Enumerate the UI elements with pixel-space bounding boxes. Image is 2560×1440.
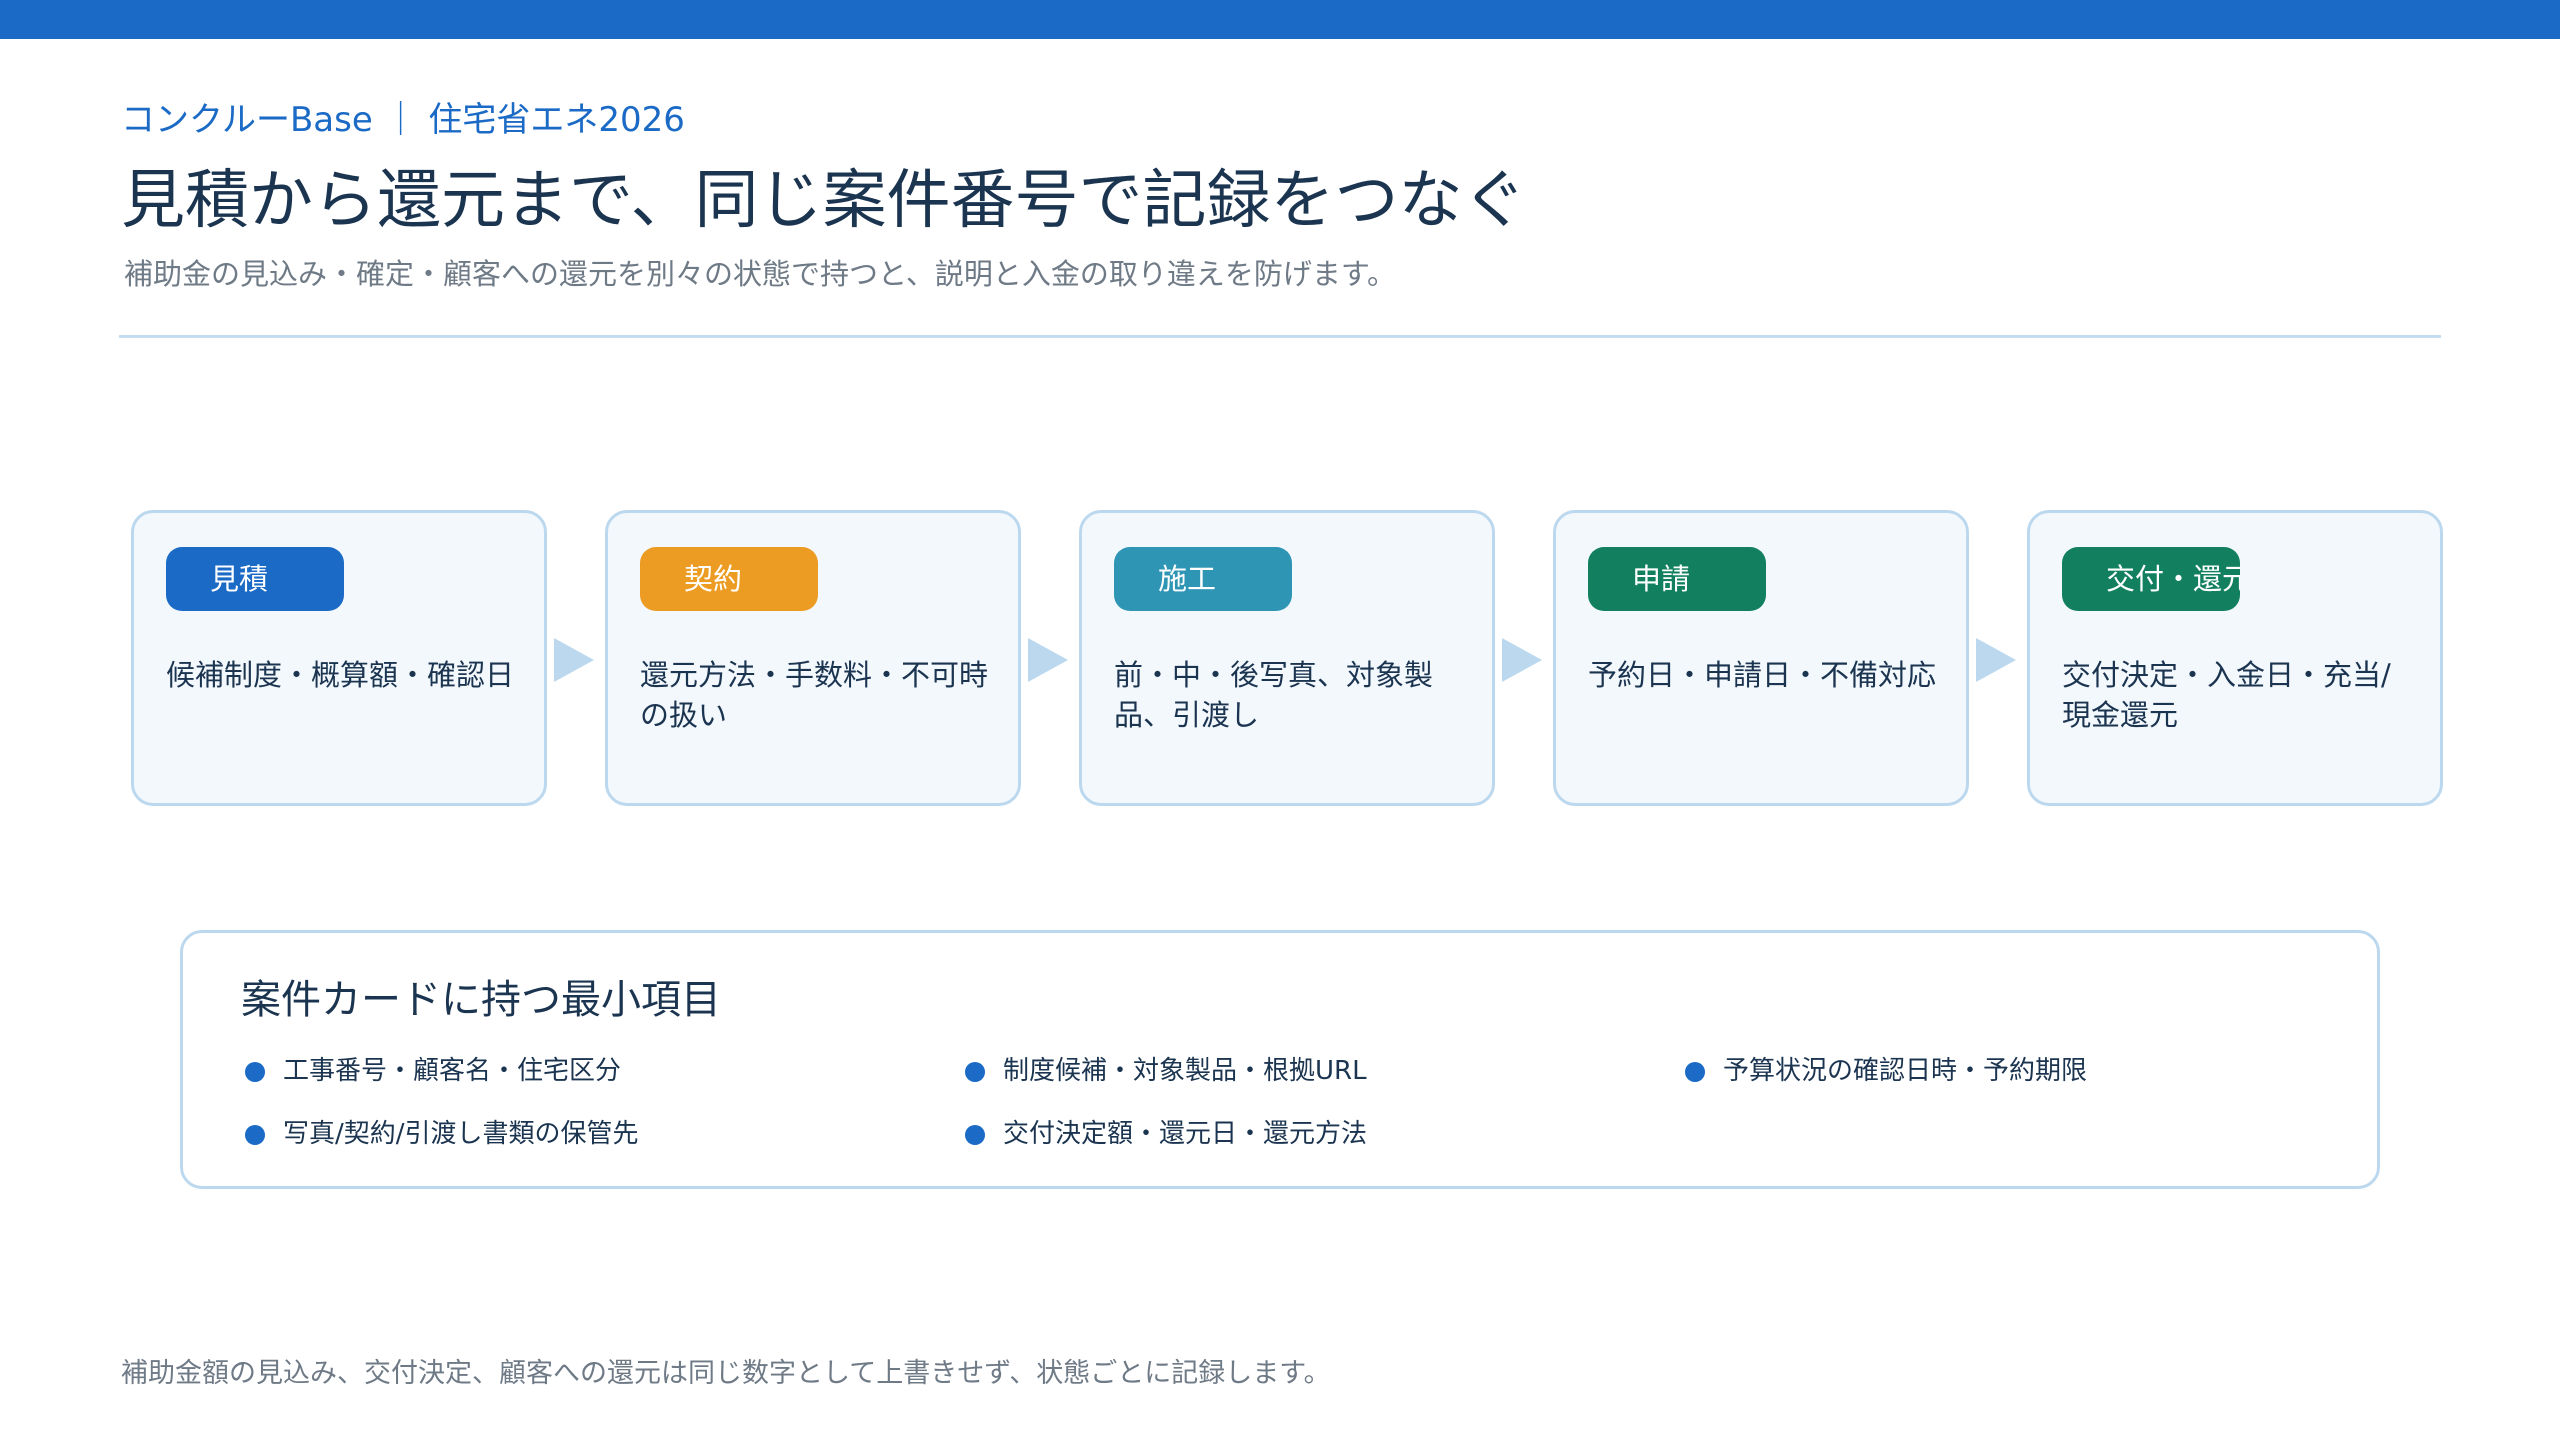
step-card-application: 申請 予約日・申請日・不備対応 bbox=[1553, 510, 1969, 806]
bullet-dot-icon bbox=[1685, 1062, 1705, 1082]
flow-arrow-icon bbox=[1502, 638, 1542, 682]
bullet-dot-icon bbox=[965, 1062, 985, 1082]
step-card-grant-rebate: 交付・還元 交付決定・入金日・充当/現金還元 bbox=[2027, 510, 2443, 806]
eyebrow-label: コンクルーBase ｜ 住宅省エネ2026 bbox=[121, 100, 685, 140]
page-subtitle: 補助金の見込み・確定・顧客への還元を別々の状態で持つと、説明と入金の取り違えを防… bbox=[124, 257, 1396, 291]
step-desc-application: 予約日・申請日・不備対応 bbox=[1588, 658, 1937, 692]
step-pill-contract: 契約 bbox=[640, 547, 818, 611]
case-card-fields-panel: 案件カードに持つ最小項目 工事番号・顧客名・住宅区分 制度候補・対象製品・根拠U… bbox=[180, 930, 2380, 1189]
step-card-contract: 契約 還元方法・手数料・不可時の扱い bbox=[605, 510, 1021, 806]
step-desc-estimate: 候補制度・概算額・確認日 bbox=[166, 658, 515, 692]
step-pill-construction: 施工 bbox=[1114, 547, 1292, 611]
step-pill-estimate: 見積 bbox=[166, 547, 344, 611]
top-accent-bar bbox=[0, 0, 2560, 39]
step-pill-application: 申請 bbox=[1588, 547, 1766, 611]
case-card-title: 案件カードに持つ最小項目 bbox=[241, 977, 721, 1023]
page-title: 見積から還元まで、同じ案件番号で記録をつなぐ bbox=[121, 164, 1527, 238]
bullet-dot-icon bbox=[965, 1125, 985, 1145]
flow-arrow-icon bbox=[1028, 638, 1068, 682]
step-desc-contract: 還元方法・手数料・不可時の扱い bbox=[640, 658, 989, 732]
flow-arrow-icon bbox=[1976, 638, 2016, 682]
bullet-dot-icon bbox=[245, 1062, 265, 1082]
case-field-item: 制度候補・対象製品・根拠URL bbox=[965, 1053, 1367, 1089]
bullet-dot-icon bbox=[245, 1125, 265, 1145]
footer-note: 補助金額の見込み、交付決定、顧客への還元は同じ数字として上書きせず、状態ごとに記… bbox=[121, 1358, 1331, 1389]
step-desc-grant-rebate: 交付決定・入金日・充当/現金還元 bbox=[2062, 658, 2391, 732]
case-field-item: 写真/契約/引渡し書類の保管先 bbox=[245, 1116, 639, 1152]
flow-arrow-icon bbox=[554, 638, 594, 682]
case-field-item: 交付決定額・還元日・還元方法 bbox=[965, 1116, 1367, 1152]
step-desc-construction: 前・中・後写真、対象製品、引渡し bbox=[1114, 658, 1434, 732]
case-field-item: 予算状況の確認日時・予約期限 bbox=[1685, 1053, 2087, 1089]
case-field-item: 工事番号・顧客名・住宅区分 bbox=[245, 1053, 621, 1089]
step-card-estimate: 見積 候補制度・概算額・確認日 bbox=[131, 510, 547, 806]
step-pill-grant-rebate: 交付・還元 bbox=[2062, 547, 2240, 611]
header-divider bbox=[119, 335, 2441, 338]
step-card-construction: 施工 前・中・後写真、対象製品、引渡し bbox=[1079, 510, 1495, 806]
